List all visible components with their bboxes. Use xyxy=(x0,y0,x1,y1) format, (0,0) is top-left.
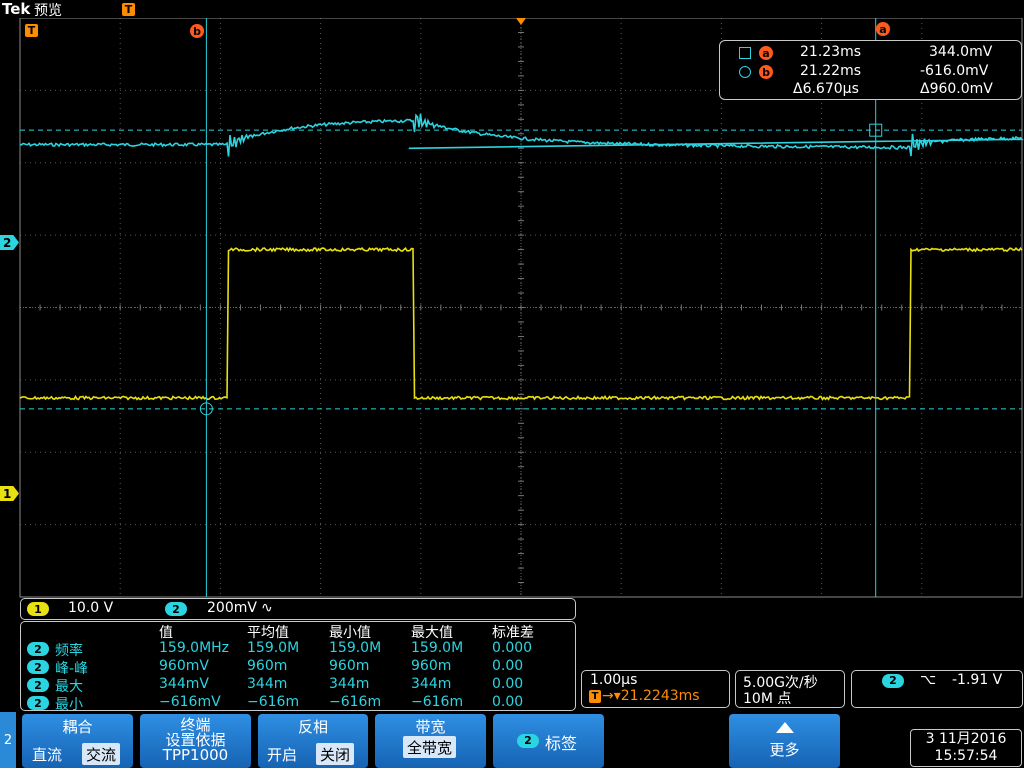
cursor-delta-time: Δ6.670µs xyxy=(793,81,859,97)
row-min: 344m xyxy=(329,676,370,692)
date-text: 3 11月2016 xyxy=(925,731,1007,747)
row-max: 960m xyxy=(411,658,452,674)
square-icon xyxy=(739,47,751,59)
row-std: 0.00 xyxy=(492,658,524,674)
cursor-a-badge[interactable]: a xyxy=(876,22,890,36)
channel-scale-bar[interactable]: 1 10.0 V 2 200mV ∿ xyxy=(20,598,576,620)
row-std: 0.000 xyxy=(492,640,533,656)
cursor-a-letter: a xyxy=(759,46,773,60)
measurement-row[interactable]: 2 最大 344mV 344m 344m 344m 0.00 xyxy=(21,676,575,695)
top-status-bar: Tek 预览 xyxy=(0,0,1024,19)
header-mean: 平均值 xyxy=(247,625,289,641)
invert-button[interactable]: 反相 开启 关闭 xyxy=(258,714,368,768)
channel-menu-tab[interactable]: 2 xyxy=(0,712,16,768)
label-button[interactable]: 2 标签 xyxy=(493,714,604,768)
bandwidth-full-option[interactable]: 全带宽 xyxy=(403,736,457,758)
horizontal-position: →▾21.2243ms xyxy=(602,688,700,704)
measurement-table: 值 平均值 最小值 最大值 标准差 2 频率 159.0MHz 159.0M 1… xyxy=(20,621,576,713)
row-min: −616m xyxy=(329,694,382,710)
row-std: 0.00 xyxy=(492,676,524,692)
row-channel-badge: 2 xyxy=(27,678,49,692)
acquisition-settings[interactable]: 5.00G次/秒 10M 点 xyxy=(735,670,845,708)
circle-icon xyxy=(739,66,751,78)
row-mean: 159.0M xyxy=(247,640,300,656)
cursor-readout-panel: a 21.23ms 344.0mV b 21.22ms -616.0mV Δ6.… xyxy=(719,40,1022,100)
header-min: 最小值 xyxy=(329,625,371,641)
trigger-position-marker[interactable]: T xyxy=(122,3,135,16)
label-text: 标签 xyxy=(545,734,578,753)
time-text: 15:57:54 xyxy=(934,748,998,764)
coupling-ac-option[interactable]: 交流 xyxy=(82,743,121,765)
row-name: 最小 xyxy=(55,697,83,713)
row-name: 峰-峰 xyxy=(55,661,89,677)
cursor-b-badge[interactable]: b xyxy=(190,24,204,38)
cursor-a-time: 21.23ms xyxy=(800,44,862,60)
ch2-badge[interactable]: 2 xyxy=(165,602,187,616)
trigger-settings[interactable]: 2 ⌥ -1.91 V xyxy=(851,670,1023,708)
horizontal-scale: 1.00µs xyxy=(590,672,638,688)
coupling-title: 耦合 xyxy=(62,718,93,736)
header-max: 最大值 xyxy=(411,625,453,641)
row-value: 159.0MHz xyxy=(159,640,230,656)
ac-coupling-icon: ∿ xyxy=(261,600,273,616)
acquisition-mode-label: 预览 xyxy=(34,3,62,19)
row-max: 344m xyxy=(411,676,452,692)
row-value: 960mV xyxy=(159,658,209,674)
coupling-dc-option[interactable]: 直流 xyxy=(28,743,66,765)
trigger-t-icon: T xyxy=(589,690,601,703)
invert-title: 反相 xyxy=(297,718,328,736)
termination-value: TPP1000 xyxy=(162,746,229,764)
row-min: 159.0M xyxy=(329,640,382,656)
termination-button[interactable]: 终端 设置依据 TPP1000 xyxy=(140,714,251,768)
row-name: 频率 xyxy=(55,643,83,659)
more-button[interactable]: 更多 xyxy=(729,714,840,768)
measurement-row[interactable]: 2 频率 159.0MHz 159.0M 159.0M 159.0M 0.000 xyxy=(21,640,575,659)
row-value: 344mV xyxy=(159,676,209,692)
cursor-delta-value: Δ960.0mV xyxy=(920,81,993,97)
row-mean: 344m xyxy=(247,676,288,692)
trigger-marker-left[interactable]: T xyxy=(25,24,38,37)
measurement-row[interactable]: 2 峰-峰 960mV 960m 960m 960m 0.00 xyxy=(21,658,575,677)
measurement-row[interactable]: 2 最小 −616mV −616m −616m −616m 0.00 xyxy=(21,694,575,713)
row-mean: −616m xyxy=(247,694,300,710)
row-name: 最大 xyxy=(55,679,83,695)
bandwidth-button[interactable]: 带宽 全带宽 xyxy=(375,714,486,768)
trigger-level: -1.91 V xyxy=(952,672,1003,688)
coupling-button[interactable]: 耦合 直流 交流 xyxy=(22,714,133,768)
row-value: −616mV xyxy=(159,694,221,710)
bandwidth-title: 带宽 xyxy=(415,718,446,736)
ch2-scale: 200mV xyxy=(207,600,257,616)
row-mean: 960m xyxy=(247,658,288,674)
more-text: 更多 xyxy=(769,741,800,759)
row-std: 0.00 xyxy=(492,694,524,710)
date-time-display: 3 11月2016 15:57:54 xyxy=(910,729,1022,767)
label-channel-badge: 2 xyxy=(517,734,539,748)
invert-off-option[interactable]: 关闭 xyxy=(316,743,355,765)
cursor-a-value: 344.0mV xyxy=(929,44,993,60)
header-std: 标准差 xyxy=(492,625,534,641)
row-max: 159.0M xyxy=(411,640,464,656)
row-min: 960m xyxy=(329,658,370,674)
ch1-badge[interactable]: 1 xyxy=(27,602,49,616)
cursor-b-letter: b xyxy=(759,65,773,79)
record-length: 10M 点 xyxy=(743,691,792,707)
cursor-b-value: -616.0mV xyxy=(920,63,989,79)
invert-on-option[interactable]: 开启 xyxy=(263,743,301,765)
row-channel-badge: 2 xyxy=(27,642,49,656)
horizontal-settings[interactable]: 1.00µs T →▾21.2243ms xyxy=(581,670,730,708)
header-value: 值 xyxy=(159,625,173,641)
falling-edge-icon: ⌥ xyxy=(920,672,937,688)
row-channel-badge: 2 xyxy=(27,696,49,710)
brand-logo: Tek xyxy=(2,0,31,18)
row-max: −616m xyxy=(411,694,464,710)
row-channel-badge: 2 xyxy=(27,660,49,674)
ch1-scale: 10.0 V xyxy=(68,600,114,616)
trigger-source-badge: 2 xyxy=(882,674,904,688)
cursor-b-time: 21.22ms xyxy=(800,63,862,79)
chevron-up-icon xyxy=(776,722,794,733)
